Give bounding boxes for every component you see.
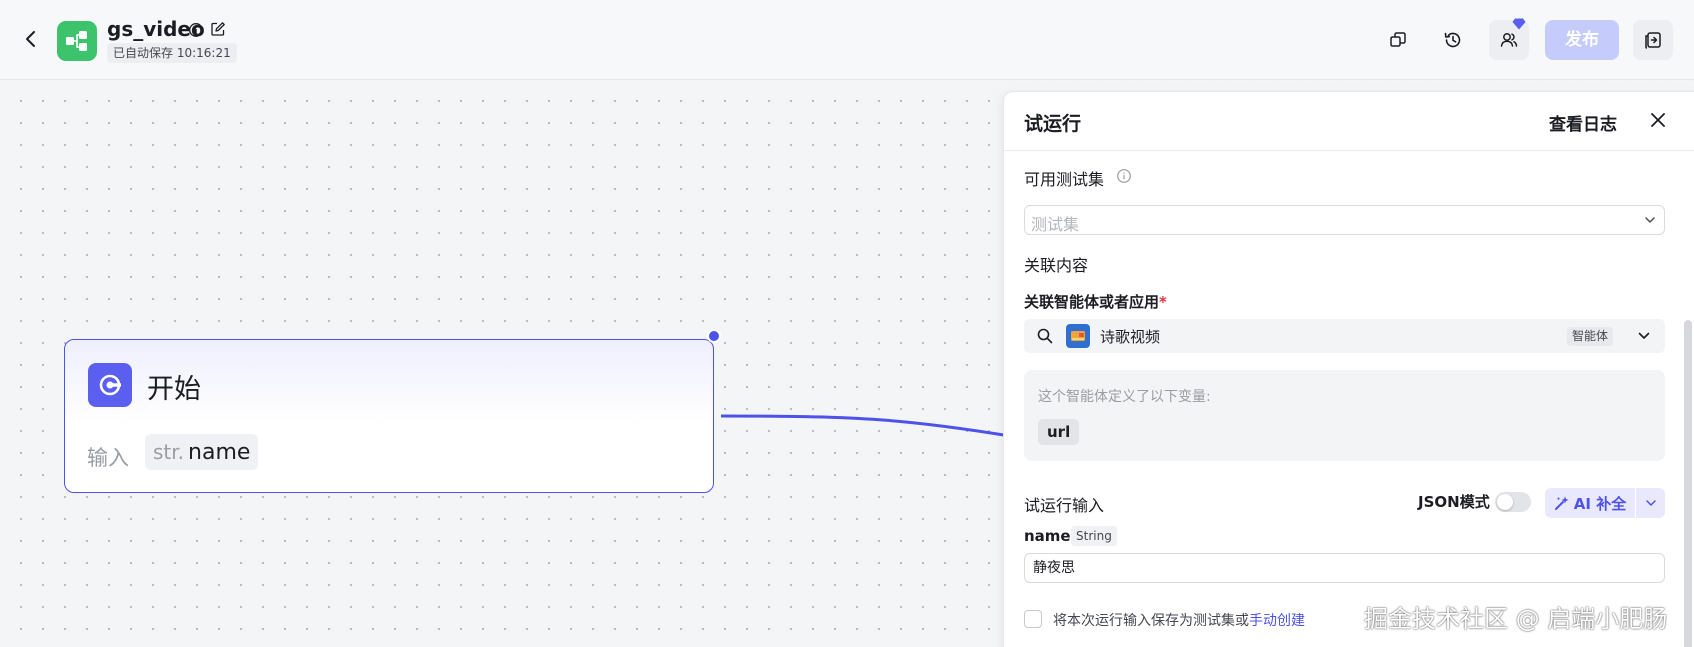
manual-create-link[interactable]: 手动创建 [1249,613,1305,629]
field-name-label: name [1024,527,1071,545]
info-icon[interactable] [1116,168,1132,184]
node-variable: str. name [145,434,259,470]
users-icon [1500,33,1518,47]
history-button[interactable] [1433,20,1473,60]
chevron-down-icon [1646,500,1656,506]
chevron-down-icon [1645,217,1655,223]
sidebar-panel-icon [1645,32,1661,49]
close-icon[interactable] [1647,109,1669,131]
trial-input-label: 试运行输入 [1024,496,1105,515]
history-icon [1444,32,1461,48]
start-node-title: 开始 [147,374,201,405]
magic-wand-icon [1554,496,1569,510]
testset-select[interactable]: 测试集 [1024,205,1665,235]
agent-name: 诗歌视频 [1100,328,1161,346]
autosave-status: 已自动保存 10:16:21 [107,43,237,63]
agent-avatar [1066,324,1090,348]
copy-icon [1390,32,1406,47]
test-run-panel: 试运行 查看日志 可用测试集 测试集 关联内容 关联智能体或者应用* 诗歌视频 … [1003,91,1694,647]
agent-type-badge: 智能体 [1567,327,1614,346]
toggle-knob [1497,494,1513,510]
required-mark: * [1159,293,1167,311]
json-mode-toggle[interactable] [1495,492,1531,512]
publish-button[interactable]: 发布 [1545,20,1619,60]
save-as-testset-text: 将本次运行输入保存为测试集或手动创建 [1053,613,1305,629]
copy-button[interactable] [1378,20,1418,60]
top-bar: gs_video 已自动保存 10:16:21 发布 [0,0,1694,80]
save-as-testset-checkbox[interactable] [1024,610,1042,628]
ai-fill-dropdown[interactable] [1636,488,1665,518]
search-icon [1037,328,1053,344]
start-node[interactable]: 开始 输入 str. name [64,339,714,493]
field-type-badge: String [1071,526,1117,546]
agent-variables-desc: 这个智能体定义了以下变量: [1038,389,1211,405]
collaborators-button[interactable] [1489,18,1529,60]
panel-title: 试运行 [1024,113,1082,135]
premium-diamond-icon [1512,18,1526,30]
workflow-logo-icon [57,21,97,61]
node-var-name: name [188,439,251,465]
json-mode-label: JSON模式 [1418,493,1490,511]
back-arrow-icon[interactable] [20,28,42,50]
related-content-label: 关联内容 [1024,256,1089,275]
name-input[interactable]: 静夜思 [1024,553,1665,583]
related-agent-label: 关联智能体或者应用* [1024,293,1167,311]
edit-icon[interactable] [210,21,226,37]
chevron-down-icon [1638,332,1650,339]
agent-variables-box: 这个智能体定义了以下变量: url [1024,370,1665,461]
panel-toggle-button[interactable] [1633,20,1673,60]
variable-chip-url: url [1038,419,1080,445]
view-log-button[interactable]: 查看日志 [1549,110,1617,135]
start-node-output-port[interactable] [707,329,721,343]
ai-fill-label: AI 补全 [1573,494,1627,513]
panel-divider [1004,150,1694,151]
node-input-label: 输入 [87,446,129,470]
ai-fill-button[interactable]: AI 补全 [1545,488,1635,518]
info-icon[interactable] [188,22,204,38]
agent-select[interactable]: 诗歌视频 智能体 [1024,319,1665,353]
panel-scrollbar[interactable] [1684,320,1692,647]
testset-label: 可用测试集 [1024,170,1105,189]
start-node-icon [88,363,132,407]
node-var-type: str. [153,440,185,464]
watermark: 掘金技术社区 @ 启端小肥肠 [1364,605,1668,633]
testset-placeholder: 测试集 [1031,215,1080,234]
